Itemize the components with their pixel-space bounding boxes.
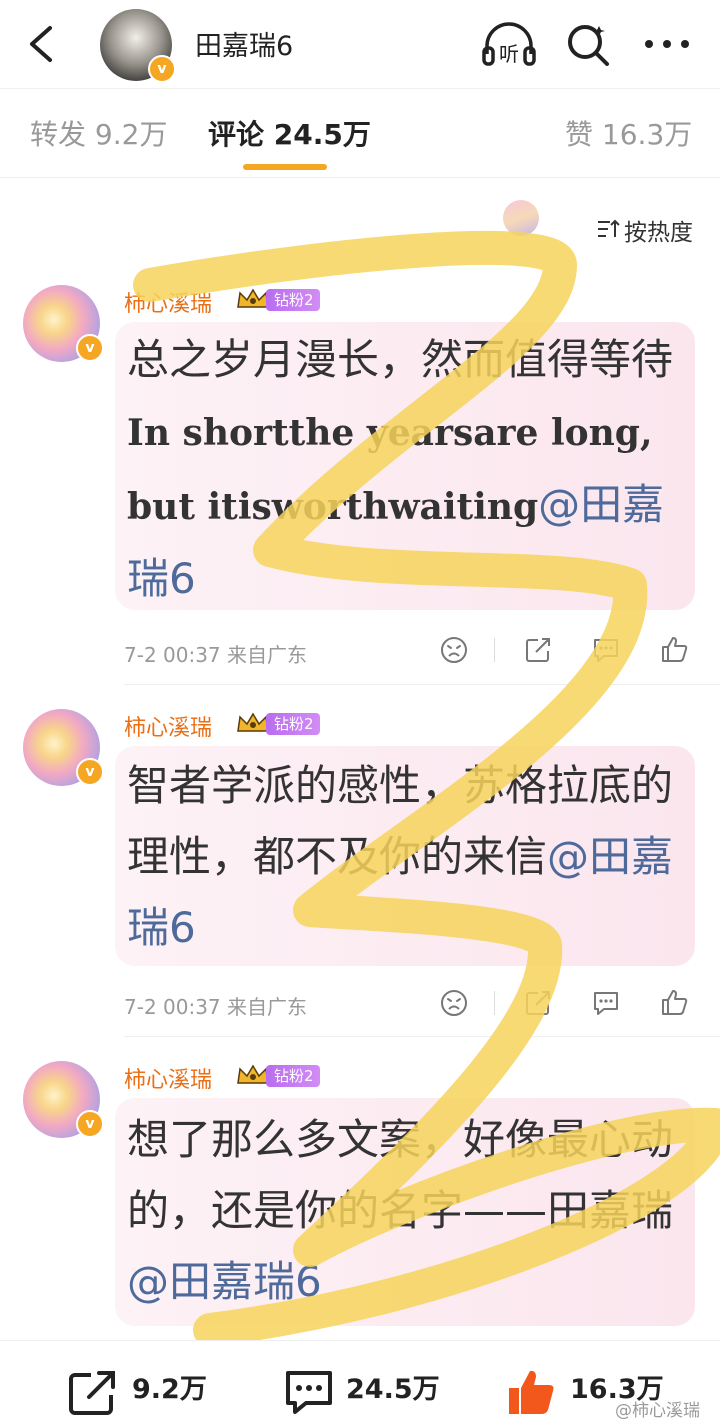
repost-count[interactable]: 9.2万	[132, 1367, 207, 1406]
page-title: 田嘉瑞6	[195, 31, 294, 62]
tab-likes[interactable]: 赞 16.3万	[565, 113, 692, 153]
comment-icon[interactable]	[284, 1369, 334, 1415]
active-tab-indicator	[243, 164, 327, 170]
tab-comments-count: 24.5万	[273, 118, 371, 151]
comment-text: 总之岁月漫长，然而值得等待In shortthe yearsare long, …	[127, 324, 687, 614]
sort-by-hot[interactable]: 按热度	[624, 213, 693, 247]
crown-icon	[237, 1064, 269, 1084]
verified-icon: v	[76, 758, 104, 786]
comment-text-cn: 想了那么多文案，好像最心动的，还是你的名字——田嘉瑞	[127, 1115, 674, 1235]
verified-icon: v	[148, 55, 176, 83]
fan-badge: 钻粉2	[266, 713, 320, 735]
dislike-face-icon[interactable]	[440, 636, 468, 664]
fan-badge: 钻粉2	[266, 1065, 320, 1087]
thumb-up-icon[interactable]	[660, 635, 688, 663]
comment-divider	[124, 1036, 720, 1037]
crown-icon	[237, 712, 269, 732]
tab-repost-count: 9.2万	[94, 118, 168, 151]
share-icon[interactable]	[67, 1369, 119, 1417]
comment-text: 想了那么多文案，好像最心动的，还是你的名字——田嘉瑞 @田嘉瑞6	[127, 1104, 687, 1317]
share-icon[interactable]	[524, 636, 552, 664]
verified-icon: v	[76, 334, 104, 362]
divider	[494, 991, 495, 1015]
back-arrow-icon[interactable]	[22, 22, 62, 66]
sort-icon[interactable]	[596, 218, 620, 240]
comment-text-cn: 总之岁月漫长，然而值得等待	[127, 335, 674, 384]
tab-comments[interactable]: 评论 24.5万	[208, 113, 371, 153]
crown-icon	[237, 288, 269, 308]
tab-likes-label: 赞	[565, 118, 594, 151]
comment-count[interactable]: 24.5万	[346, 1367, 440, 1406]
comment-meta: 7-2 00:37 来自广东	[124, 643, 308, 667]
more-icon[interactable]	[643, 38, 691, 50]
tab-likes-count: 16.3万	[601, 118, 693, 151]
tab-bar: 转发 9.2万 评论 24.5万 赞 16.3万	[0, 88, 720, 236]
mention-link[interactable]: @田嘉瑞6	[127, 1257, 322, 1306]
thumb-up-icon[interactable]	[505, 1366, 557, 1418]
tab-repost[interactable]: 转发 9.2万	[30, 113, 167, 153]
comment-icon[interactable]	[592, 990, 620, 1016]
comment-icon[interactable]	[592, 637, 620, 663]
comment-text: 智者学派的感性，苏格拉底的理性，都不及你的来信@田嘉瑞6	[127, 750, 687, 963]
svg-text:听: 听	[499, 42, 519, 66]
commenter-name[interactable]: 柿心溪瑞	[124, 286, 212, 318]
liker-avatar	[503, 200, 539, 236]
comment-meta: 7-2 00:37 来自广东	[124, 995, 308, 1019]
search-icon[interactable]	[565, 22, 611, 68]
commenter-name[interactable]: 柿心溪瑞	[124, 710, 212, 742]
commenter-name[interactable]: 柿心溪瑞	[124, 1062, 212, 1094]
comment-divider	[124, 684, 720, 685]
dislike-face-icon[interactable]	[440, 989, 468, 1017]
watermark: @柿心溪瑞	[615, 1401, 700, 1421]
divider	[494, 638, 495, 662]
share-icon[interactable]	[524, 989, 552, 1017]
headphone-listen-icon[interactable]: 听	[481, 20, 537, 68]
bottom-action-bar: 9.2万 24.5万 16.3万	[0, 1340, 720, 1428]
thumb-up-icon[interactable]	[660, 988, 688, 1016]
tab-repost-label: 转发	[30, 118, 87, 151]
fan-badge: 钻粉2	[266, 289, 320, 311]
top-bar: v 田嘉瑞6 听	[0, 0, 720, 88]
tab-comments-label: 评论	[208, 118, 265, 151]
verified-icon: v	[76, 1110, 104, 1138]
